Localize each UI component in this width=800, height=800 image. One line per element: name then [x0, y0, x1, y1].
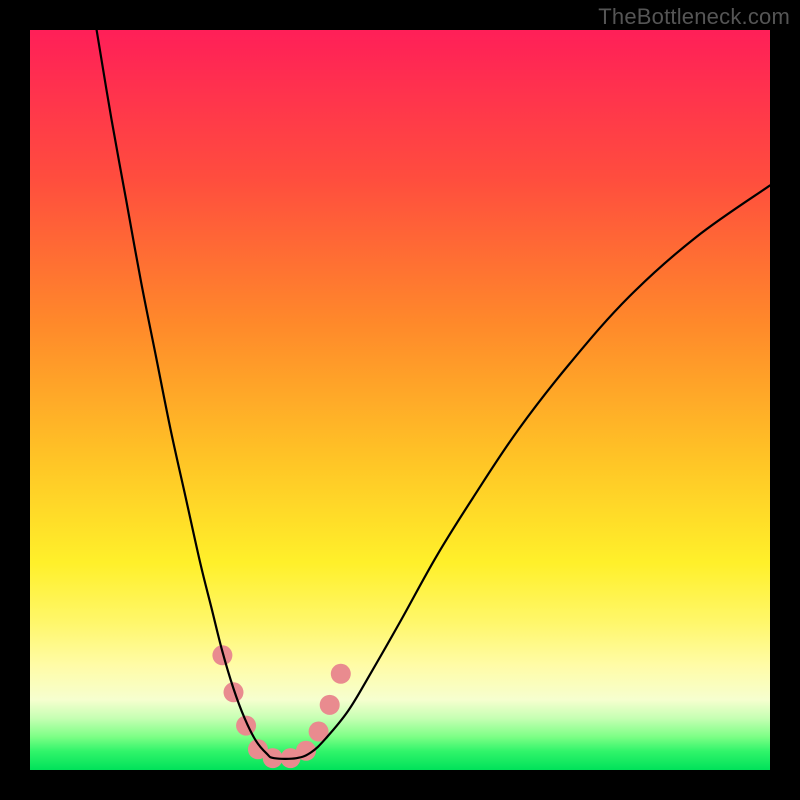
chart-frame: TheBottleneck.com — [0, 0, 800, 800]
plot-area — [30, 30, 770, 770]
bottleneck-chart — [30, 30, 770, 770]
gradient-background — [30, 30, 770, 770]
watermark-text: TheBottleneck.com — [598, 4, 790, 30]
